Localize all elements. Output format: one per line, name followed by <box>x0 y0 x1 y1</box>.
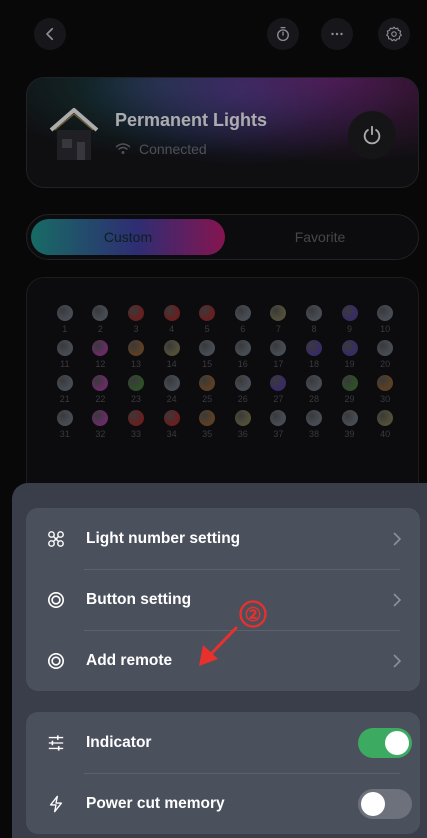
indicator-toggle[interactable] <box>358 727 412 758</box>
radio-button-icon <box>46 590 66 610</box>
indicator-row: Indicator <box>26 712 420 773</box>
toggle-knob <box>385 730 409 755</box>
settings-sheet: Light number setting Button setting Add … <box>12 483 427 838</box>
chevron-right-icon <box>393 592 402 607</box>
power-cut-memory-row: Power cut memory <box>26 773 420 834</box>
settings-group-toggles: Indicator Power cut memory <box>26 712 420 834</box>
toggle-knob <box>361 791 385 816</box>
light-number-setting-row[interactable]: Light number setting <box>26 508 420 569</box>
chevron-right-icon <box>393 531 402 546</box>
radio-button-icon <box>46 651 66 671</box>
power-cut-memory-label: Power cut memory <box>86 794 225 812</box>
add-remote-label: Add remote <box>86 651 173 669</box>
settings-group-primary: Light number setting Button setting Add … <box>26 508 420 691</box>
button-setting-label: Button setting <box>86 590 192 608</box>
button-setting-row[interactable]: Button setting <box>26 569 420 630</box>
chevron-right-icon <box>393 653 402 668</box>
lightning-icon <box>46 794 66 814</box>
sliders-icon <box>46 733 66 753</box>
link-nodes-icon <box>46 529 66 549</box>
light-number-setting-label: Light number setting <box>86 529 241 547</box>
add-remote-row[interactable]: Add remote <box>26 630 420 691</box>
power-cut-memory-toggle[interactable] <box>358 788 412 819</box>
indicator-label: Indicator <box>86 733 152 751</box>
